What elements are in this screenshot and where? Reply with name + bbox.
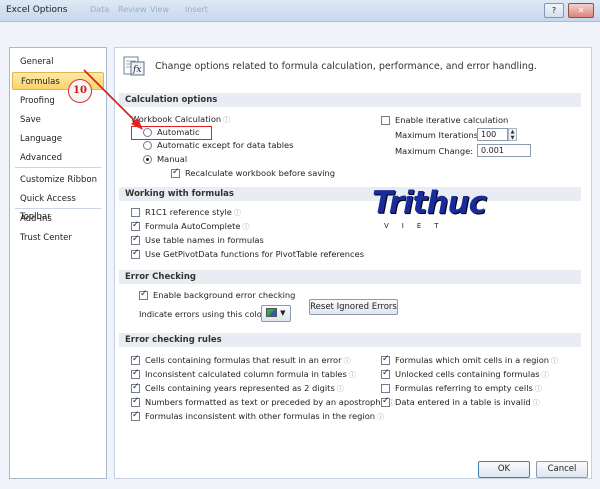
annotation-arrow [83,69,143,130]
annotation-highlight-box [131,126,212,140]
annotation-step-number: 10 [68,79,92,103]
